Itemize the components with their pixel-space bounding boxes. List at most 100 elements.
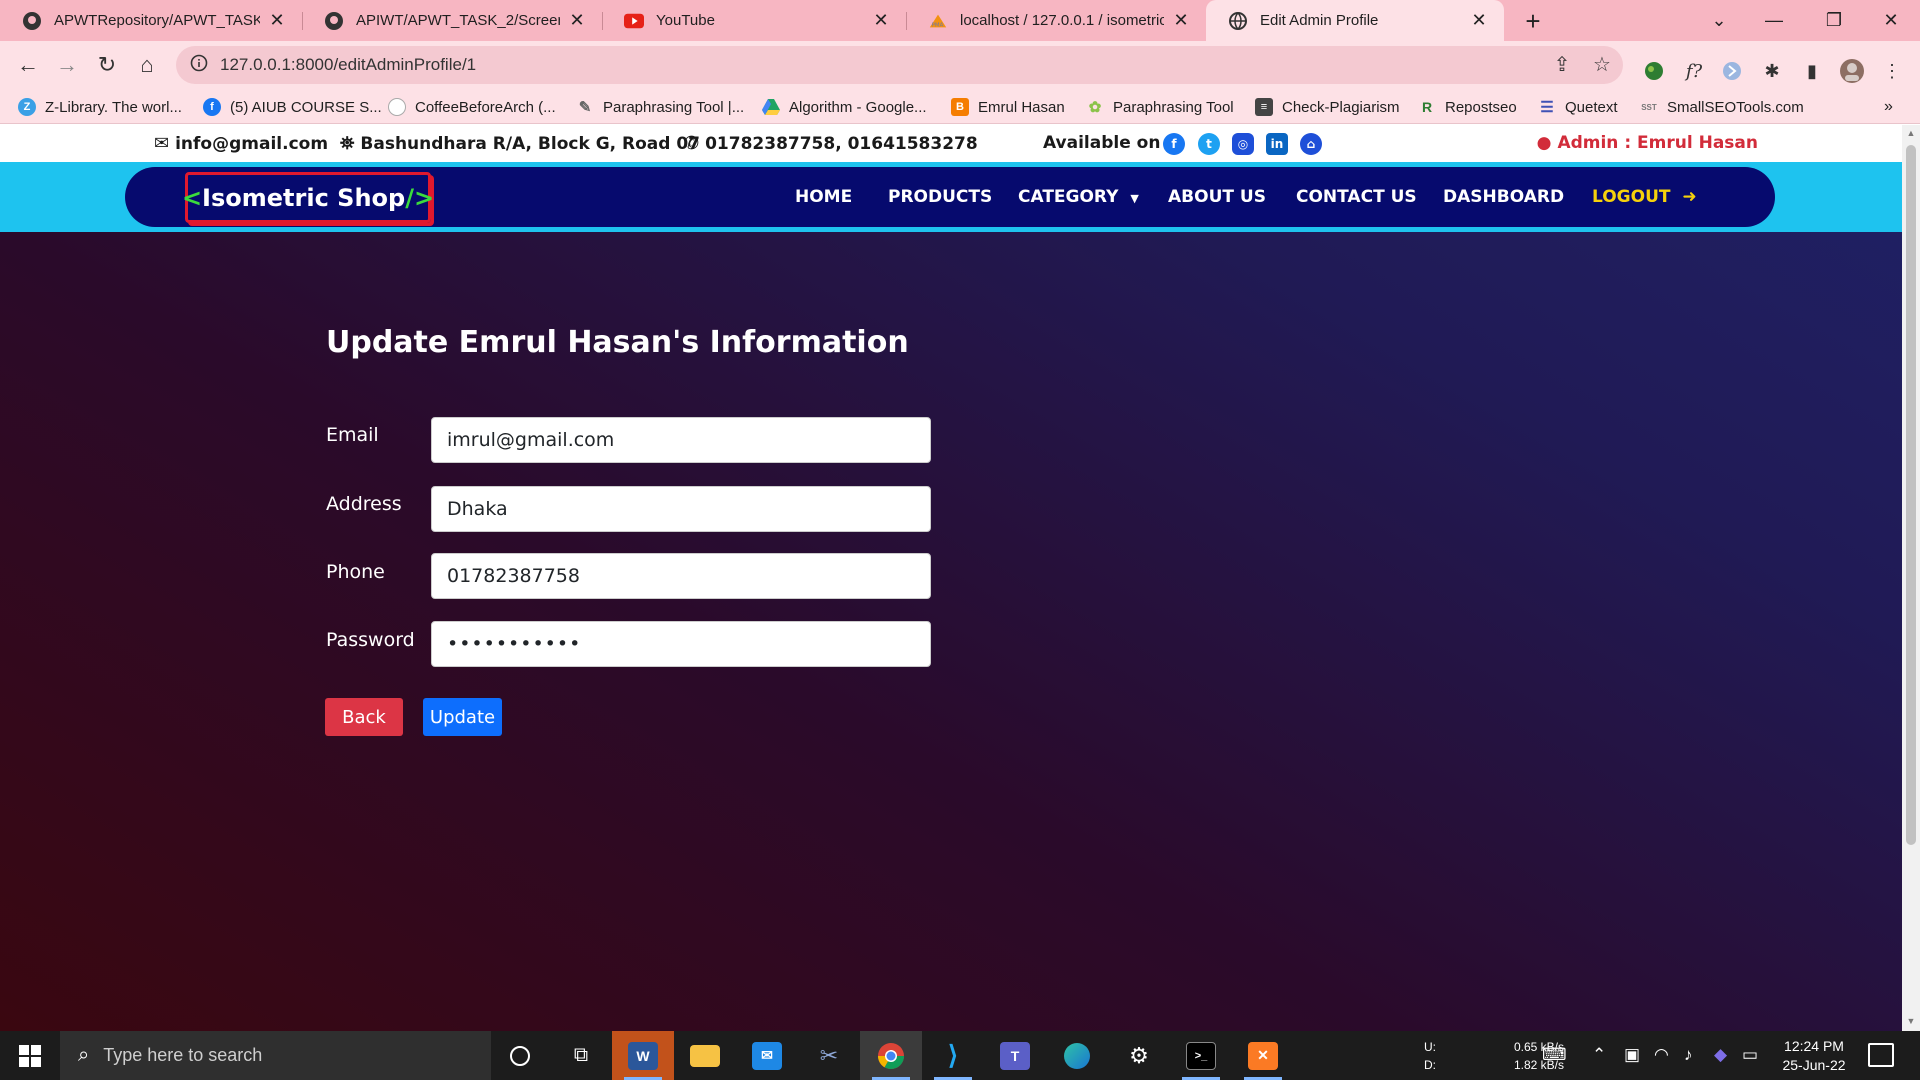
svg-text:PMA: PMA — [932, 22, 944, 28]
scroll-up-arrow-icon[interactable]: ▲ — [1906, 128, 1916, 140]
forward-arrow-icon[interactable]: → — [51, 49, 83, 81]
edge-icon[interactable] — [1046, 1031, 1108, 1080]
bookmark-zlibrary[interactable]: Z Z-Library. The worl... — [18, 95, 182, 119]
update-button[interactable]: Update — [423, 698, 502, 736]
bookmark-star-icon[interactable]: ☆ — [1588, 50, 1616, 78]
phone-field[interactable]: 01782387758 — [431, 553, 931, 599]
scroll-down-arrow-icon[interactable]: ▼ — [1906, 1016, 1916, 1028]
chevron-up-icon[interactable]: ⌃ — [1592, 1045, 1606, 1065]
camera-icon[interactable]: ▣ — [1624, 1045, 1640, 1065]
nav-products[interactable]: PRODUCTS — [888, 187, 992, 207]
notification-center-icon[interactable] — [1868, 1043, 1894, 1067]
bookmark-algorithm-drive[interactable]: Algorithm - Google... — [762, 95, 927, 119]
admin-user-label: ● Admin : Emrul Hasan — [1537, 133, 1758, 153]
keyboard-icon[interactable]: ⌨ — [1542, 1045, 1567, 1065]
teams-icon[interactable]: T — [984, 1031, 1046, 1080]
nav-dashboard[interactable]: DASHBOARD — [1443, 187, 1564, 207]
share-icon[interactable]: ⇪ — [1548, 50, 1576, 78]
nav-category[interactable]: CATEGORY ▼ — [1018, 187, 1139, 207]
taskbar-search-input[interactable]: ⌕ Type here to search — [60, 1031, 491, 1080]
bookmark-smallseotools[interactable]: SST SmallSEOTools.com — [1640, 95, 1804, 119]
side-panel-icon[interactable]: ▮ — [1798, 57, 1826, 85]
formula-extension-icon[interactable]: f? — [1680, 57, 1708, 85]
word-app-icon[interactable]: W — [612, 1031, 674, 1080]
bookmark-paraphrasing-tool-2[interactable]: ✿ Paraphrasing Tool — [1086, 95, 1234, 119]
close-icon[interactable]: ✕ — [1468, 10, 1490, 32]
instagram-icon[interactable]: ◎ — [1232, 133, 1254, 155]
chrome-icon[interactable] — [860, 1031, 922, 1080]
extension-shield-icon[interactable] — [1718, 57, 1746, 85]
email-label: Email — [326, 424, 379, 446]
map-location-icon: ⛯ — [340, 133, 355, 154]
snipping-tool-icon[interactable]: ✂ — [798, 1031, 860, 1080]
minimize-icon[interactable]: — — [1745, 0, 1803, 41]
scrollbar-thumb[interactable] — [1906, 145, 1916, 845]
nav-logout-label: LOGOUT — [1592, 187, 1671, 207]
home-icon[interactable]: ⌂ — [131, 49, 163, 81]
task-view-icon[interactable]: ⧉ — [550, 1031, 612, 1080]
nav-home[interactable]: HOME — [795, 187, 852, 207]
xampp-icon[interactable]: ✕ — [1232, 1031, 1294, 1080]
tab-title: localhost / 127.0.0.1 / isometric_ — [960, 12, 1164, 29]
more-bookmarks-chevron-icon[interactable]: » — [1884, 95, 1893, 119]
volume-icon[interactable]: ♪ — [1684, 1045, 1693, 1065]
wifi-icon[interactable]: ◠ — [1654, 1045, 1669, 1065]
site-info-icon[interactable] — [190, 54, 208, 77]
bookmark-emrul-hasan[interactable]: B Emrul Hasan — [951, 95, 1065, 119]
address-field[interactable]: Dhaka — [431, 486, 931, 532]
settings-gear-icon[interactable]: ⚙ — [1108, 1031, 1170, 1080]
bookmark-quetext[interactable]: ☰ Quetext — [1538, 95, 1617, 119]
reload-icon[interactable]: ↻ — [91, 49, 123, 81]
nav-logout[interactable]: LOGOUT ➜ — [1592, 187, 1697, 207]
tab-apiwt-task2[interactable]: APIWT/APWT_TASK_2/Screen shot ✕ — [302, 0, 602, 41]
browser-tab-strip: APWTRepository/APWT_TASK_3/ ✕ APIWT/APWT… — [0, 0, 1920, 41]
tab-apwt-repository[interactable]: APWTRepository/APWT_TASK_3/ ✕ — [0, 0, 302, 41]
bookmark-paraphrasing-tool-1[interactable]: ✎ Paraphrasing Tool |... — [576, 95, 745, 119]
close-icon[interactable]: ✕ — [870, 10, 892, 32]
close-icon[interactable]: ✕ — [266, 10, 288, 32]
bookmark-check-plagiarism[interactable]: ≡ Check-Plagiarism — [1255, 95, 1400, 119]
cortana-icon[interactable] — [489, 1031, 551, 1080]
close-window-icon[interactable]: ✕ — [1862, 0, 1920, 41]
address-bar[interactable]: 127.0.0.1:8000/editAdminProfile/1 — [176, 46, 1623, 84]
tab-search-chevron-icon[interactable]: ⌄ — [1690, 0, 1748, 41]
tab-edit-admin-profile[interactable]: Edit Admin Profile ✕ — [1206, 0, 1504, 41]
nav-about-us[interactable]: ABOUT US — [1168, 187, 1266, 207]
vscode-icon[interactable]: ⟩ — [922, 1031, 984, 1080]
page-scrollbar[interactable]: ▲ ▼ — [1902, 125, 1920, 1031]
teams-tray-icon[interactable]: ◆ — [1714, 1045, 1727, 1065]
tab-youtube[interactable]: YouTube ✕ — [602, 0, 906, 41]
restore-icon[interactable]: ❐ — [1805, 0, 1863, 41]
terminal-icon[interactable]: >_ — [1170, 1031, 1232, 1080]
profile-avatar-icon[interactable] — [1838, 57, 1866, 85]
tab-phpmyadmin[interactable]: PMA localhost / 127.0.0.1 / isometric_ ✕ — [906, 0, 1206, 41]
phpmyadmin-icon: PMA — [928, 11, 948, 31]
close-icon[interactable]: ✕ — [566, 10, 588, 32]
bookmark-repostseo[interactable]: R Repostseo — [1418, 95, 1517, 119]
twitter-icon[interactable]: t — [1198, 133, 1220, 155]
taskbar-clock[interactable]: 12:24 PM 25-Jun-22 — [1764, 1037, 1864, 1075]
facebook-icon[interactable]: f — [1163, 133, 1185, 155]
battery-icon[interactable]: ▭ — [1742, 1045, 1758, 1065]
menu-kebab-icon[interactable]: ⋮ — [1878, 57, 1906, 85]
windows-start-icon[interactable] — [0, 1031, 60, 1080]
back-button[interactable]: Back — [325, 698, 403, 736]
linkedin-icon[interactable]: in — [1266, 133, 1288, 155]
close-icon[interactable]: ✕ — [1170, 10, 1192, 32]
bookmark-coffeebeforearch[interactable]: CoffeeBeforeArch (... — [388, 95, 556, 119]
new-tab-button[interactable]: + — [1518, 6, 1548, 36]
bookmark-aiub-course[interactable]: f (5) AIUB COURSE S... — [203, 95, 382, 119]
mail-icon[interactable]: ✉ — [736, 1031, 798, 1080]
back-arrow-icon[interactable]: ← — [12, 49, 44, 81]
repostseo-icon: R — [1421, 99, 1433, 115]
nav-contact-us[interactable]: CONTACT US — [1296, 187, 1417, 207]
email-field[interactable]: imrul@gmail.com — [431, 417, 931, 463]
github-icon[interactable]: ⌂ — [1300, 133, 1322, 155]
site-logo[interactable]: < Isometric Shop /> — [182, 172, 434, 223]
bookmarks-bar: Z Z-Library. The worl... f (5) AIUB COURSE… — [0, 89, 1920, 124]
puzzle-extensions-icon[interactable]: ✱ — [1758, 57, 1786, 85]
file-explorer-icon[interactable] — [674, 1031, 736, 1080]
password-field[interactable]: ••••••••••• — [431, 621, 931, 667]
extension-globe-icon[interactable] — [1640, 57, 1668, 85]
google-drive-icon — [762, 98, 780, 116]
